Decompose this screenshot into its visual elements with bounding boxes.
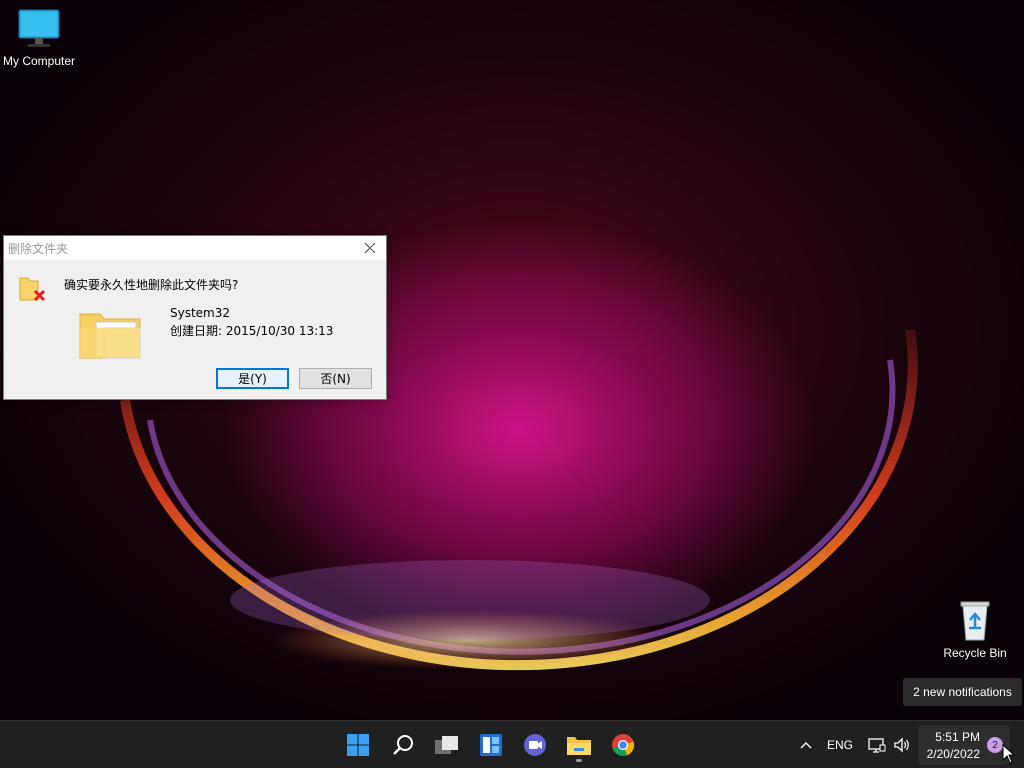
dialog-title: 删除文件夹 [8, 242, 69, 256]
teams-chat-icon [524, 734, 546, 756]
mouse-cursor-icon [1002, 744, 1016, 764]
task-view-button[interactable] [429, 727, 465, 763]
file-created-date: 创建日期: 2015/10/30 13:13 [170, 324, 334, 338]
task-view-icon [435, 736, 458, 754]
show-hidden-icons-button[interactable] [796, 733, 816, 757]
windows-start-icon [347, 734, 369, 756]
desktop-icon-my-computer[interactable]: My Computer [0, 8, 84, 68]
notification-count-badge: 2 [987, 737, 1003, 753]
folder-icon [79, 313, 141, 359]
taskbar: ENG 5:51 PM 2/20/2022 2 [0, 720, 1024, 768]
file-explorer-button[interactable] [561, 727, 597, 763]
monitor-icon [18, 9, 60, 47]
recycle-bin-icon [960, 601, 990, 641]
clock-time: 5:51 PM [935, 730, 980, 744]
delete-folder-dialog: 删除文件夹 确实要永久性地删除此文件夹吗? System32 创建日期: 201… [3, 235, 387, 400]
no-button[interactable]: 否(N) [299, 368, 372, 389]
widgets-button[interactable] [473, 727, 509, 763]
desktop-icon-label: My Computer [2, 54, 76, 68]
network-icon [868, 738, 886, 753]
widgets-icon [480, 734, 502, 756]
dialog-question: 确实要永久性地删除此文件夹吗? [64, 278, 239, 292]
file-explorer-icon [567, 737, 591, 755]
search-button[interactable] [385, 727, 421, 763]
chat-button[interactable] [517, 727, 553, 763]
clock-date: 2/20/2022 [926, 747, 980, 761]
desktop-icon-label: Recycle Bin [943, 646, 1007, 660]
network-button[interactable] [866, 733, 888, 757]
speaker-icon [894, 737, 909, 753]
dialog-close-button[interactable] [358, 238, 382, 258]
dialog-titlebar[interactable]: 删除文件夹 [4, 236, 386, 260]
volume-button[interactable] [891, 733, 913, 757]
clock-notification-button[interactable]: 5:51 PM 2/20/2022 2 [918, 725, 1010, 765]
chevron-up-icon [800, 742, 812, 749]
folder-delete-icon [19, 277, 46, 302]
search-icon [393, 735, 413, 755]
yes-button[interactable]: 是(Y) [216, 368, 289, 389]
chrome-icon [612, 734, 635, 757]
chrome-button[interactable] [605, 727, 641, 763]
language-indicator[interactable]: ENG [824, 733, 856, 757]
close-icon [364, 242, 376, 254]
start-button[interactable] [340, 727, 376, 763]
desktop-icon-recycle-bin[interactable]: Recycle Bin [930, 598, 1020, 660]
notification-toast[interactable]: 2 new notifications [903, 678, 1022, 706]
file-name: System32 [170, 306, 231, 320]
